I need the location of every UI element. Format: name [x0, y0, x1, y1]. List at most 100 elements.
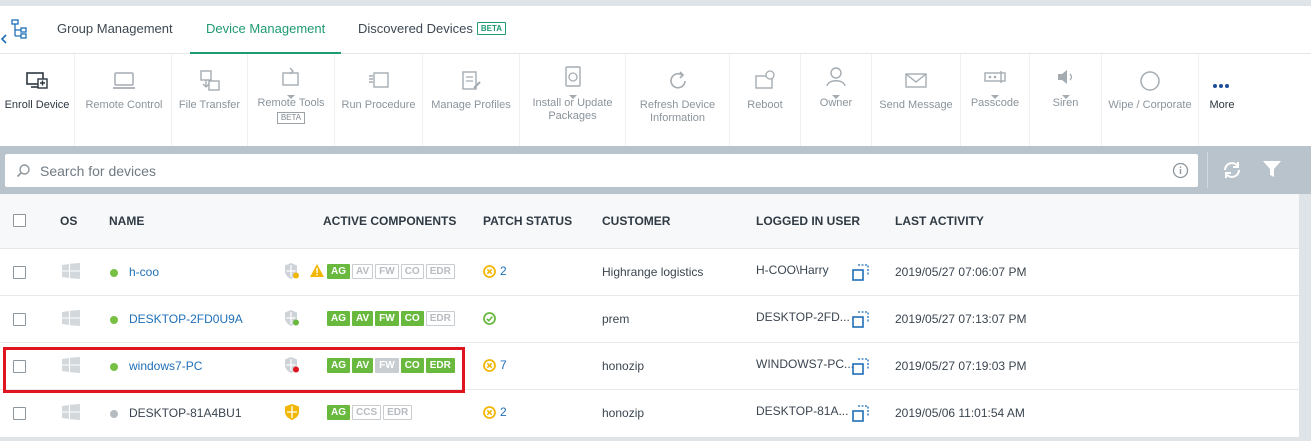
shield-icon — [284, 262, 300, 285]
package-icon — [560, 64, 586, 90]
patch-status[interactable]: 2 — [483, 405, 507, 419]
patch-status[interactable] — [483, 311, 500, 325]
windows-icon — [62, 310, 80, 331]
send-message-button[interactable]: Send Message — [872, 54, 961, 146]
active-components: AG CCS EDR — [327, 405, 414, 420]
patch-count: 7 — [500, 358, 507, 372]
run-procedure-button[interactable]: Run Procedure — [335, 54, 423, 146]
collapse-tree-icon[interactable] — [0, 18, 30, 44]
refresh-icon — [665, 68, 691, 94]
row-checkbox[interactable] — [13, 313, 26, 326]
customer-name: Highrange logistics — [602, 265, 704, 279]
search-box — [5, 154, 1198, 187]
search-bar-area — [0, 146, 1311, 194]
speaker-icon — [1053, 64, 1079, 90]
reboot-icon — [752, 68, 778, 94]
owner-icon — [823, 64, 849, 90]
column-header-customer[interactable]: CUSTOMER — [602, 214, 670, 228]
device-name[interactable]: h-coo — [129, 265, 159, 279]
open-session-icon[interactable] — [852, 405, 869, 427]
component-badge-co: CO — [400, 311, 424, 326]
search-input[interactable] — [40, 154, 1160, 187]
remote-control-button[interactable]: Remote Control — [77, 54, 172, 146]
highlight-box — [3, 347, 465, 393]
last-activity: 2019/05/27 07:19:03 PM — [895, 359, 1027, 373]
column-header-logged-in-user[interactable]: LOGGED IN USER — [756, 214, 860, 228]
component-badge-edr: EDR — [425, 264, 455, 279]
device-name[interactable]: DESKTOP-2FD0U9A — [129, 312, 243, 326]
select-all-checkbox[interactable] — [13, 214, 26, 227]
beta-badge: BETA — [476, 22, 507, 35]
remote-tools-icon — [278, 64, 304, 90]
siren-button[interactable]: Siren — [1030, 54, 1102, 146]
profiles-icon — [458, 68, 484, 94]
beta-badge: BETA — [276, 112, 306, 124]
logged-in-user: DESKTOP-2FD... — [756, 310, 850, 324]
refresh-device-information-button[interactable]: Refresh Device Information — [626, 54, 730, 146]
install-update-packages-button[interactable]: Install or Update Packages — [520, 54, 626, 146]
search-icon — [16, 163, 31, 183]
device-toolbar: Enroll Device Remote Control File Transf… — [0, 54, 1311, 146]
tab-device-management[interactable]: Device Management — [190, 6, 342, 54]
patch-status[interactable]: 2 — [483, 264, 507, 278]
filter-icon[interactable] — [1261, 158, 1283, 185]
file-transfer-icon — [197, 68, 223, 94]
table-row[interactable]: h-coo AG AV FW CO EDR 2 Highrange logistics H-CO… — [0, 249, 1299, 296]
tab-bar: Group Management Device Management Disco… — [0, 6, 1311, 54]
component-badge-edr: EDR — [425, 311, 455, 326]
enroll-device-button[interactable]: Enroll Device — [0, 54, 75, 146]
online-status-dot — [110, 410, 118, 418]
column-header-os[interactable]: OS — [60, 214, 77, 228]
last-activity: 2019/05/27 07:13:07 PM — [895, 312, 1027, 326]
envelope-icon — [903, 68, 929, 94]
divider — [1207, 152, 1208, 188]
component-badge-co: CO — [400, 264, 424, 279]
patch-warning-icon — [483, 405, 500, 419]
manage-profiles-button[interactable]: Manage Profiles — [423, 54, 520, 146]
column-header-name[interactable]: NAME — [109, 214, 144, 228]
customer-name: honozip — [602, 359, 645, 373]
refresh-list-icon[interactable] — [1220, 158, 1244, 187]
device-name: DESKTOP-81A4BU1 — [129, 406, 242, 420]
patch-warning-icon — [483, 358, 500, 372]
last-activity: 2019/05/06 11:01:54 AM — [895, 406, 1025, 420]
remote-tools-button[interactable]: Remote Tools BETA — [248, 54, 335, 146]
row-checkbox[interactable] — [13, 407, 26, 420]
patch-warning-icon — [483, 264, 500, 278]
row-checkbox[interactable] — [13, 266, 26, 279]
file-transfer-button[interactable]: File Transfer — [172, 54, 248, 146]
table-row[interactable]: DESKTOP-2FD0U9A AG AV FW CO EDR prem DESKTOP-2F… — [0, 296, 1299, 343]
open-session-icon[interactable] — [852, 358, 869, 380]
logged-in-user: H-COO\Harry — [756, 263, 829, 277]
patch-count: 2 — [500, 264, 507, 278]
open-session-icon[interactable] — [852, 311, 869, 333]
column-header-last-activity[interactable]: LAST ACTIVITY — [895, 214, 984, 228]
reboot-button[interactable]: Reboot — [730, 54, 801, 146]
component-badge-edr: EDR — [383, 405, 413, 420]
table-header: OS NAME ACTIVE COMPONENTS PATCH STATUS C… — [0, 194, 1299, 249]
column-header-active-components[interactable]: ACTIVE COMPONENTS — [323, 214, 456, 228]
shield-icon — [284, 403, 300, 426]
owner-button[interactable]: Owner — [801, 54, 872, 146]
open-session-icon[interactable] — [852, 264, 869, 286]
active-components: AG AV FW CO EDR — [327, 264, 457, 279]
table-row[interactable]: DESKTOP-81A4BU1 AG CCS EDR 2 honozip DESKTOP-8… — [0, 390, 1299, 437]
wipe-corporate-button[interactable]: Wipe / Corporate — [1102, 54, 1199, 146]
customer-name: prem — [602, 312, 630, 326]
logged-in-user: WINDOWS7-PC... — [756, 357, 854, 371]
passcode-button[interactable]: Passcode — [961, 54, 1030, 146]
tab-discovered-devices[interactable]: Discovered Devices BETA — [358, 6, 507, 54]
shield-icon — [284, 309, 300, 332]
info-icon[interactable] — [1172, 162, 1189, 184]
more-button[interactable]: More — [1199, 54, 1245, 146]
customer-name: honozip — [602, 406, 645, 420]
component-badge-av: AV — [352, 311, 374, 326]
column-header-patch-status[interactable]: PATCH STATUS — [483, 214, 572, 228]
enroll-icon — [24, 68, 50, 94]
patch-status[interactable]: 7 — [483, 358, 507, 372]
tab-group-management[interactable]: Group Management — [57, 6, 173, 54]
online-status-dot — [110, 316, 118, 324]
run-procedure-icon — [366, 68, 392, 94]
logged-in-user: DESKTOP-81A... — [756, 404, 849, 418]
windows-icon — [62, 404, 80, 425]
